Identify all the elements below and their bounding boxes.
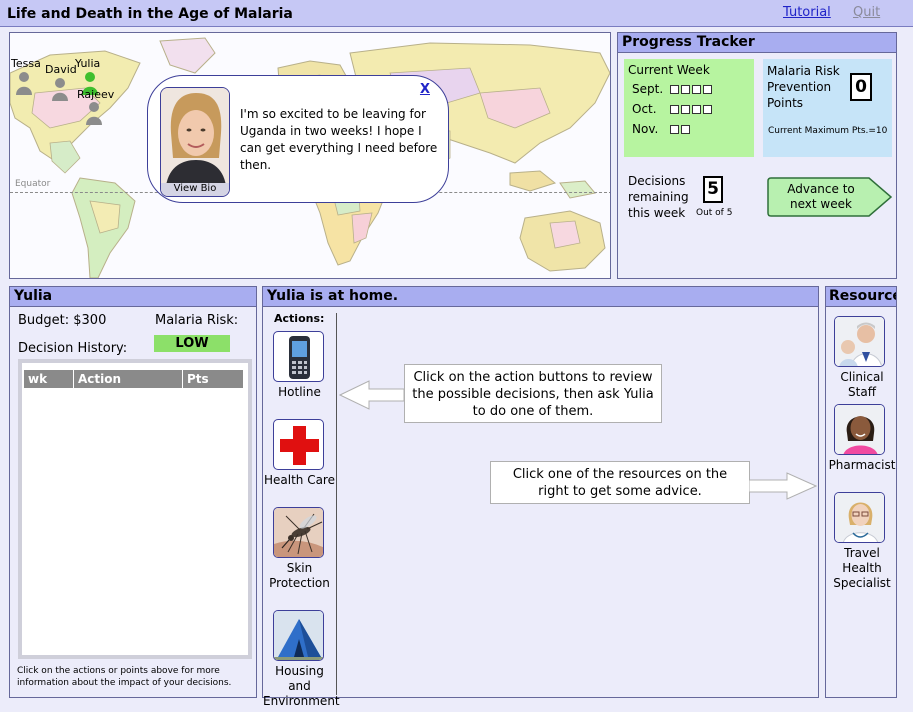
- history-col-wk: wk: [28, 372, 48, 386]
- rajeev-label: Rajeev: [77, 88, 115, 101]
- travel-health-specialist-button[interactable]: [834, 492, 885, 543]
- tent-icon: [274, 611, 323, 660]
- phone-icon: [289, 336, 310, 379]
- advance-week-button[interactable]: Advance to next week: [765, 176, 893, 218]
- week-boxes-nov: [670, 122, 692, 136]
- equator-label: Equator: [15, 179, 51, 189]
- month-label-sept: Sept.: [632, 82, 664, 96]
- progress-tracker-title: Progress Tracker: [618, 33, 896, 53]
- month-row-oct: Oct.: [632, 102, 712, 116]
- budget-label: Budget: $300: [18, 313, 107, 328]
- month-label-oct: Oct.: [632, 102, 657, 116]
- decisions-remaining-label: Decisions remaining this week: [628, 174, 689, 220]
- location-panel: Yulia is at home. Actions: Hotline Healt…: [262, 286, 819, 708]
- speech-bubble: X View Bio I'm so excited to be leaving …: [147, 75, 449, 203]
- david-label: David: [45, 63, 77, 76]
- history-help-note: Click on the actions or points above for…: [17, 666, 232, 688]
- malaria-risk-badge: LOW: [154, 335, 230, 352]
- travel-health-specialist-label: Travel Health Specialist: [833, 546, 891, 590]
- red-cross-icon: [280, 426, 319, 465]
- housing-environment-label: Housing and Environment: [263, 664, 340, 708]
- skin-protection-button[interactable]: [273, 507, 324, 558]
- progress-tracker: Progress Tracker Current Week Sept. Oct.…: [617, 32, 897, 279]
- week-boxes-oct: [670, 102, 714, 116]
- housing-environment-button[interactable]: [273, 610, 324, 661]
- health-care-label: Health Care: [263, 473, 335, 487]
- clinical-staff-icon: [835, 317, 884, 366]
- prevention-points-value[interactable]: 0: [850, 73, 872, 101]
- decisions-out-of: Out of 5: [696, 208, 733, 218]
- bubble-message: I'm so excited to be leaving for Uganda …: [240, 107, 438, 172]
- tessa-label: Tessa: [11, 57, 41, 70]
- prevention-points-label: Malaria Risk Prevention Points: [767, 64, 840, 110]
- tessa-person-icon[interactable]: [14, 71, 34, 97]
- rajeev-person-icon[interactable]: [84, 101, 104, 127]
- current-week-label: Current Week: [628, 63, 710, 77]
- resources-title: Resources: [826, 287, 896, 307]
- decision-history-label: Decision History:: [18, 341, 128, 356]
- quit-link[interactable]: Quit: [853, 5, 880, 20]
- yulia-portrait[interactable]: View Bio: [160, 87, 230, 197]
- mosquito-icon: [274, 508, 323, 557]
- david-person-icon[interactable]: [50, 77, 70, 103]
- decision-history-header: wk Action Pts: [24, 370, 243, 388]
- right-arrow-icon: [749, 472, 817, 500]
- max-points-label: Current Maximum Pts.=10: [768, 126, 888, 136]
- travel-health-specialist-icon: [835, 493, 884, 542]
- pharmacist-label: Pharmacist: [828, 458, 896, 472]
- app-title: Life and Death in the Age of Malaria: [7, 6, 293, 22]
- location-title: Yulia is at home.: [263, 287, 818, 307]
- prevention-points-box: Malaria Risk Prevention Points 0 Current…: [763, 59, 892, 157]
- month-label-nov: Nov.: [632, 122, 659, 136]
- malaria-risk-label: Malaria Risk:: [155, 313, 239, 328]
- clinical-staff-button[interactable]: [834, 316, 885, 367]
- actions-hint: Click on the action buttons to review th…: [404, 364, 662, 423]
- left-arrow-icon: [339, 380, 405, 410]
- world-map: Equator Tessa David Yulia Rajeev X View …: [9, 32, 611, 279]
- skin-protection-label: Skin Protection: [269, 561, 330, 590]
- health-care-button[interactable]: [273, 419, 324, 470]
- advance-week-label: Advance to next week: [787, 182, 855, 211]
- actions-label: Actions:: [274, 312, 325, 325]
- hotline-label: Hotline: [278, 385, 321, 399]
- history-col-pts: Pts: [187, 372, 209, 386]
- hotline-button[interactable]: [273, 331, 324, 382]
- month-row-sept: Sept.: [632, 82, 712, 96]
- view-bio-link[interactable]: View Bio: [161, 183, 229, 196]
- close-bubble-button[interactable]: X: [420, 82, 430, 97]
- character-panel: Yulia Budget: $300 Malaria Risk: LOW Dec…: [9, 286, 257, 698]
- resources-hint: Click one of the resources on the right …: [490, 461, 750, 504]
- character-name: Yulia: [10, 287, 256, 307]
- tutorial-link[interactable]: Tutorial: [783, 5, 831, 20]
- decisions-remaining-value: 5: [703, 176, 723, 203]
- yulia-label: Yulia: [75, 57, 101, 70]
- history-col-action: Action: [78, 372, 122, 386]
- pharmacist-icon: [835, 405, 884, 454]
- month-row-nov: Nov.: [632, 122, 690, 136]
- resources-panel: Resources Clinical Staff Pharmacist: [825, 286, 897, 698]
- week-boxes-sept: [670, 82, 714, 96]
- clinical-staff-label: Clinical Staff: [840, 370, 884, 399]
- pharmacist-button[interactable]: [834, 404, 885, 455]
- actions-divider: [336, 313, 337, 695]
- portrait-image: [161, 88, 229, 186]
- title-bar: Life and Death in the Age of Malaria Tut…: [0, 0, 913, 27]
- decision-history-table: wk Action Pts: [18, 359, 252, 659]
